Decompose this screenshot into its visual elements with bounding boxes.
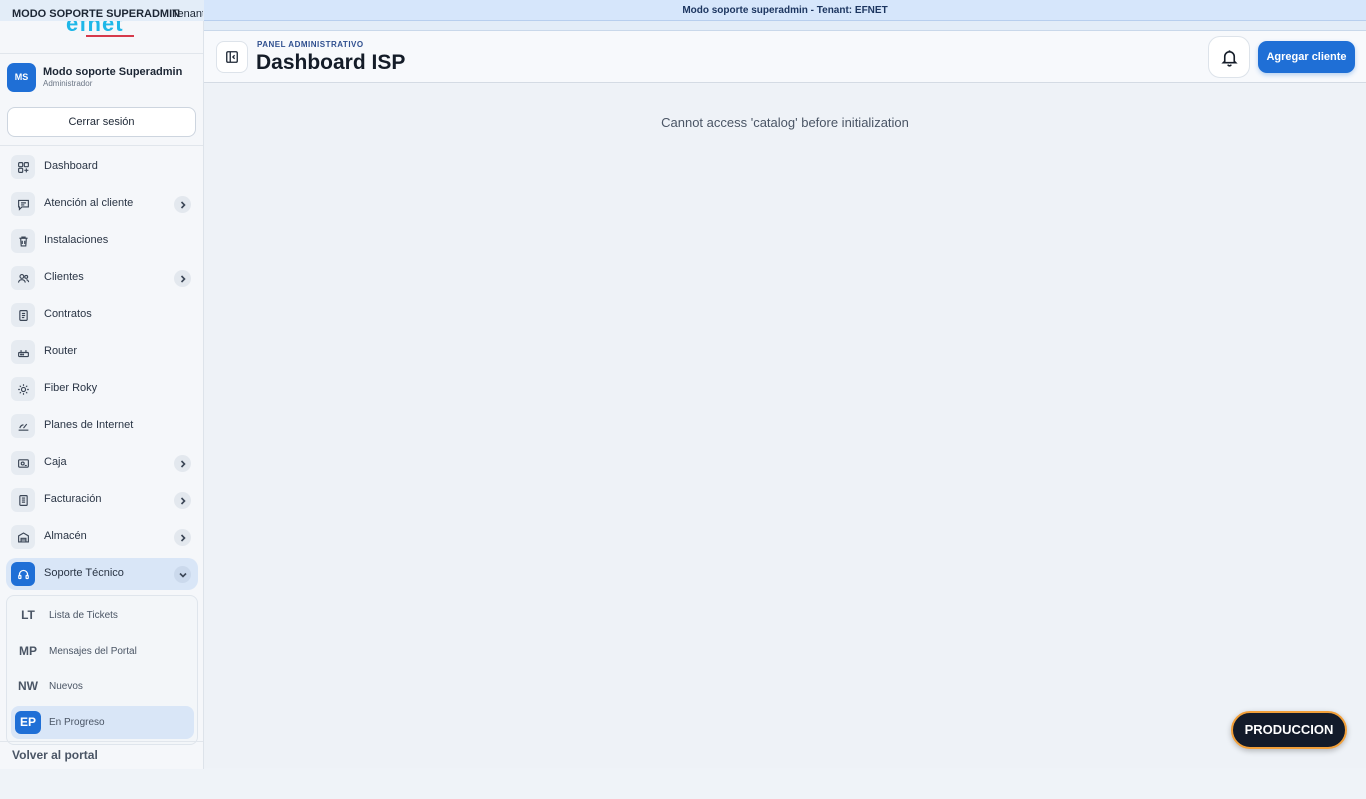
support-mode-banner: MODO SOPORTE SUPERADMIN Tenant: EFNET Mo… <box>0 0 1366 31</box>
support-mode-strip: Modo soporte superadmin - Tenant: EFNET <box>204 0 1366 21</box>
submenu-item-abbr: MP <box>19 644 37 658</box>
submenu-item-label: Mensajes del Portal <box>49 646 137 657</box>
user-name: Modo soporte Superadmin <box>43 66 183 78</box>
divider <box>0 145 203 146</box>
speed-icon <box>11 414 35 438</box>
soporte-tecnico-submenu: LT Lista de Tickets MP Mensajes del Port… <box>6 595 198 745</box>
sidebar-item-caja[interactable]: Caja <box>6 447 198 479</box>
sidebar-item-label: Fiber Roky <box>44 382 98 394</box>
logout-button[interactable]: Cerrar sesión <box>7 107 196 137</box>
sidebar-item-label: Soporte Técnico <box>44 567 124 579</box>
error-message: Cannot access 'catalog' before initializ… <box>661 115 909 130</box>
chevron-right-icon[interactable] <box>174 492 191 509</box>
avatar: MS <box>7 63 36 92</box>
notifications-button[interactable] <box>1208 36 1250 78</box>
warehouse-icon <box>11 525 35 549</box>
logo-accent-line <box>86 35 134 37</box>
sidebar-item-fiber-roky[interactable]: Fiber Roky <box>6 373 198 405</box>
chat-icon <box>11 192 35 216</box>
bell-icon <box>1220 49 1238 67</box>
add-client-button[interactable]: Agregar cliente <box>1258 41 1355 73</box>
sun-icon <box>11 377 35 401</box>
sidebar-item-label: Facturación <box>44 493 102 505</box>
submenu-item-label: Nuevos <box>49 681 83 692</box>
document-icon <box>11 303 35 327</box>
support-mode-strip-text: Modo soporte superadmin - Tenant: EFNET <box>682 5 888 16</box>
support-mode-label: MODO SOPORTE SUPERADMIN <box>12 8 181 20</box>
sidebar-item-facturacion[interactable]: Facturación <box>6 484 198 516</box>
main-content: Cannot access 'catalog' before initializ… <box>204 84 1366 768</box>
submenu-item-lista-tickets[interactable]: LT Lista de Tickets <box>11 599 194 632</box>
sidebar-item-label: Caja <box>44 456 67 468</box>
router-icon <box>11 340 35 364</box>
sidebar-item-label: Clientes <box>44 271 84 283</box>
sidebar-item-planes-internet[interactable]: Planes de Internet <box>6 410 198 442</box>
chevron-down-icon[interactable] <box>174 566 191 583</box>
sidebar-toggle-button[interactable] <box>216 41 248 73</box>
sidebar: efnet MS Modo soporte Superadmin Adminis… <box>0 21 204 769</box>
chevron-right-icon[interactable] <box>174 270 191 287</box>
submenu-item-abbr: LT <box>21 608 35 622</box>
environment-badge[interactable]: PRODUCCION <box>1231 711 1347 749</box>
sidebar-item-label: Contratos <box>44 308 92 320</box>
cash-register-icon <box>11 451 35 475</box>
sidebar-item-label: Router <box>44 345 78 357</box>
sidebar-item-contratos[interactable]: Contratos <box>6 299 198 331</box>
user-role: Administrador <box>43 79 93 88</box>
sidebar-item-almacen[interactable]: Almacén <box>6 521 198 553</box>
sidebar-item-label: Instalaciones <box>44 234 109 246</box>
submenu-item-nuevos[interactable]: NW Nuevos <box>11 670 194 703</box>
tenant-label: Tenant: EFNET <box>172 8 203 20</box>
sidebar-collapse-icon <box>226 51 238 63</box>
submenu-item-label: Lista de Tickets <box>49 610 118 621</box>
sidebar-item-dashboard[interactable]: Dashboard <box>6 151 198 183</box>
sidebar-item-label: Dashboard <box>44 160 98 172</box>
sidebar-item-instalaciones[interactable]: Instalaciones <box>6 225 198 257</box>
invoice-icon <box>11 488 35 512</box>
sidebar-item-label: Almacén <box>44 530 87 542</box>
sidebar-item-label: Atención al cliente <box>44 197 134 209</box>
user-profile: MS Modo soporte Superadmin Administrador <box>7 61 203 95</box>
page-eyebrow: PANEL ADMINISTRATIVO <box>257 40 364 49</box>
submenu-item-mensajes-portal[interactable]: MP Mensajes del Portal <box>11 635 194 668</box>
page-header: PANEL ADMINISTRATIVO Dashboard ISP Agreg… <box>204 31 1366 83</box>
submenu-item-en-progreso[interactable]: EP En Progreso <box>11 706 194 739</box>
submenu-item-abbr: NW <box>18 679 38 693</box>
sidebar-item-clientes[interactable]: Clientes <box>6 262 198 294</box>
submenu-item-label: En Progreso <box>49 717 105 728</box>
divider <box>0 53 203 54</box>
back-to-portal-label: Volver al portal <box>12 748 98 762</box>
sidebar-item-label: Planes de Internet <box>44 419 134 431</box>
page-title: Dashboard ISP <box>256 51 406 74</box>
sidebar-item-atencion-cliente[interactable]: Atención al cliente <box>6 188 198 220</box>
sidebar-item-soporte-tecnico[interactable]: Soporte Técnico <box>6 558 198 590</box>
headset-icon <box>11 562 35 586</box>
chevron-right-icon[interactable] <box>174 196 191 213</box>
logo: efnet <box>62 21 142 39</box>
back-to-portal-link[interactable]: Volver al portal <box>0 741 203 769</box>
submenu-item-abbr: EP <box>15 711 41 734</box>
trash-can-icon <box>11 229 35 253</box>
chevron-right-icon[interactable] <box>174 455 191 472</box>
chevron-right-icon[interactable] <box>174 529 191 546</box>
sidebar-item-router[interactable]: Router <box>6 336 198 368</box>
dashboard-grid-icon <box>11 155 35 179</box>
users-icon <box>11 266 35 290</box>
